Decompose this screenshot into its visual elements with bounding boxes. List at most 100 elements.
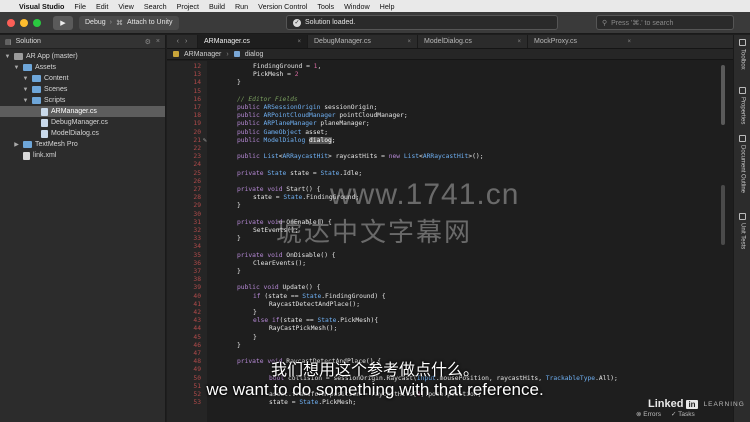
menu-item-window[interactable]: Window bbox=[339, 2, 375, 11]
pad-tab-document-outline[interactable]: Document Outline bbox=[734, 135, 750, 193]
tree-item-label: ModelDialog.cs bbox=[51, 130, 99, 137]
line-number: 36 bbox=[193, 259, 201, 267]
tree-item[interactable]: link.xml bbox=[0, 150, 165, 161]
line-number: 41 bbox=[193, 300, 201, 308]
pad-tab-toolbox[interactable]: Toolbox bbox=[734, 39, 750, 70]
code-text: public ModelDialog dialog; bbox=[237, 136, 336, 145]
code-text: state = State.PickMesh; bbox=[269, 399, 356, 407]
errors-pad-button[interactable]: ⊗ Errors bbox=[636, 410, 661, 418]
tree-item[interactable]: ▶ TextMesh Pro bbox=[0, 139, 165, 150]
menu-item-search[interactable]: Search bbox=[139, 2, 172, 11]
code-token: State bbox=[317, 317, 337, 325]
back-icon[interactable]: ‹ bbox=[177, 38, 179, 45]
vertical-scrollbar[interactable] bbox=[721, 65, 725, 125]
error-icon: ⊗ bbox=[636, 411, 642, 418]
menu-item-tools[interactable]: Tools bbox=[312, 2, 339, 11]
errors-label: Errors bbox=[643, 411, 661, 418]
tab-label: ARManager.cs bbox=[204, 38, 250, 45]
forward-icon[interactable]: › bbox=[185, 38, 187, 45]
code-token: public void bbox=[237, 284, 283, 292]
code-text: public ARPointCloudManager pointCloudMan… bbox=[237, 112, 408, 120]
disclosure-triangle-icon[interactable]: ▼ bbox=[4, 54, 11, 60]
watermark-url: www.1741.cn bbox=[330, 178, 520, 211]
code-token: List bbox=[403, 153, 420, 161]
minimize-window-button[interactable] bbox=[20, 18, 28, 27]
tab-mockproxy-cs[interactable]: MockProxy.cs × bbox=[527, 35, 637, 48]
disclosure-triangle-icon[interactable]: ▼ bbox=[22, 87, 29, 93]
disclosure-triangle-icon[interactable]: ▼ bbox=[22, 98, 29, 104]
line-number: 46 bbox=[193, 341, 201, 349]
code-token: State bbox=[302, 292, 322, 300]
menu-item-build[interactable]: Build bbox=[204, 2, 230, 11]
line-number: 15 bbox=[193, 87, 201, 95]
close-window-button[interactable] bbox=[7, 18, 15, 27]
code-token: ARSessionOrigin bbox=[263, 104, 321, 111]
line-number: 45 bbox=[193, 333, 201, 341]
configuration-selector[interactable]: Debug › ⌘ Attach to Unity bbox=[79, 15, 179, 30]
code-token: .Idle; bbox=[339, 169, 363, 177]
disclosure-triangle-icon[interactable]: ▼ bbox=[13, 65, 20, 71]
zoom-window-button[interactable] bbox=[33, 18, 41, 27]
pad-tab-unit-tests[interactable]: Unit Tests bbox=[734, 213, 750, 249]
menu-item-project[interactable]: Project bbox=[172, 2, 204, 11]
close-icon[interactable]: × bbox=[627, 39, 631, 45]
code-text: ClearEvents(); bbox=[253, 260, 306, 268]
line-number: 35 bbox=[193, 251, 201, 259]
menu-item-edit[interactable]: Edit bbox=[91, 2, 113, 11]
pad-close-icon[interactable]: × bbox=[156, 38, 160, 46]
code-text: if (state == State.FindingGround) { bbox=[253, 293, 386, 301]
menu-items: File Edit View Search Project Build Run Version… bbox=[69, 2, 399, 11]
pad-options-icon[interactable]: ⚙ bbox=[145, 38, 151, 46]
code-token: ; bbox=[331, 136, 336, 144]
path-class[interactable]: ARManager bbox=[184, 51, 221, 58]
scroll-overview-marker[interactable] bbox=[721, 185, 725, 245]
code-token: } bbox=[237, 79, 241, 87]
code-token: } bbox=[253, 333, 257, 341]
tree-item[interactable]: ▼ Assets bbox=[0, 62, 165, 73]
tree-item[interactable]: ▼ AR App (master) bbox=[0, 51, 165, 62]
tab-armanager-cs[interactable]: ARManager.cs × bbox=[197, 35, 307, 48]
tree-item[interactable]: ▼ Scripts bbox=[0, 95, 165, 106]
tree-item[interactable]: ▼ Content bbox=[0, 73, 165, 84]
tree-item[interactable]: ModelDialog.cs bbox=[0, 128, 165, 139]
pad-tab-label: Properties bbox=[739, 97, 746, 125]
line-number: 43 bbox=[193, 317, 201, 325]
tree-item[interactable]: DebugManager.cs bbox=[0, 117, 165, 128]
run-button[interactable]: ▶ bbox=[53, 15, 73, 30]
menu-item-help[interactable]: Help bbox=[375, 2, 400, 11]
menu-app[interactable]: Visual Studio bbox=[14, 2, 69, 11]
code-token: pointCloudManager; bbox=[335, 112, 408, 120]
tab-debugmanager-cs[interactable]: DebugManager.cs × bbox=[307, 35, 417, 48]
tree-item[interactable]: ARManager.cs bbox=[0, 106, 165, 117]
close-icon[interactable]: × bbox=[297, 39, 301, 45]
path-member[interactable]: dialog bbox=[245, 51, 264, 58]
line-number: 28 bbox=[193, 194, 201, 202]
tasks-pad-button[interactable]: ✓ Tasks bbox=[671, 410, 695, 418]
line-number: 19 bbox=[193, 120, 201, 128]
menu-item-version-control[interactable]: Version Control bbox=[253, 2, 312, 11]
line-number: 17 bbox=[193, 104, 201, 111]
code-token: State bbox=[283, 194, 303, 202]
tree-item[interactable]: ▼ Scenes bbox=[0, 84, 165, 95]
file-icon bbox=[23, 151, 30, 160]
line-number: 24 bbox=[193, 161, 201, 169]
menu-item-view[interactable]: View bbox=[113, 2, 138, 11]
close-icon[interactable]: × bbox=[407, 39, 411, 45]
disclosure-triangle-icon[interactable]: ▶ bbox=[13, 141, 20, 148]
code-token: private void bbox=[237, 251, 287, 259]
disclosure-triangle-icon[interactable]: ▼ bbox=[22, 76, 29, 82]
menu-item-run[interactable]: Run bbox=[230, 2, 253, 11]
code-text: RaycastDetectAndPlace(); bbox=[269, 301, 360, 309]
tab-modeldialog-cs[interactable]: ModelDialog.cs × bbox=[417, 35, 527, 48]
close-icon[interactable]: × bbox=[517, 39, 521, 45]
code-token: if bbox=[253, 292, 265, 300]
pad-tab-properties[interactable]: Properties bbox=[734, 87, 750, 124]
code-line: 35 private void OnDisable() { bbox=[167, 252, 707, 260]
code-token: FindingGround = bbox=[253, 63, 314, 70]
line-number: 31 bbox=[193, 218, 201, 226]
code-line: 22 bbox=[167, 145, 707, 153]
code-token: .FindingGround) { bbox=[321, 292, 386, 300]
search-input[interactable]: ⚲ Press '⌘.' to search bbox=[596, 15, 734, 30]
menu-item-file[interactable]: File bbox=[69, 2, 91, 11]
code-text: public GameObject asset; bbox=[237, 129, 328, 137]
